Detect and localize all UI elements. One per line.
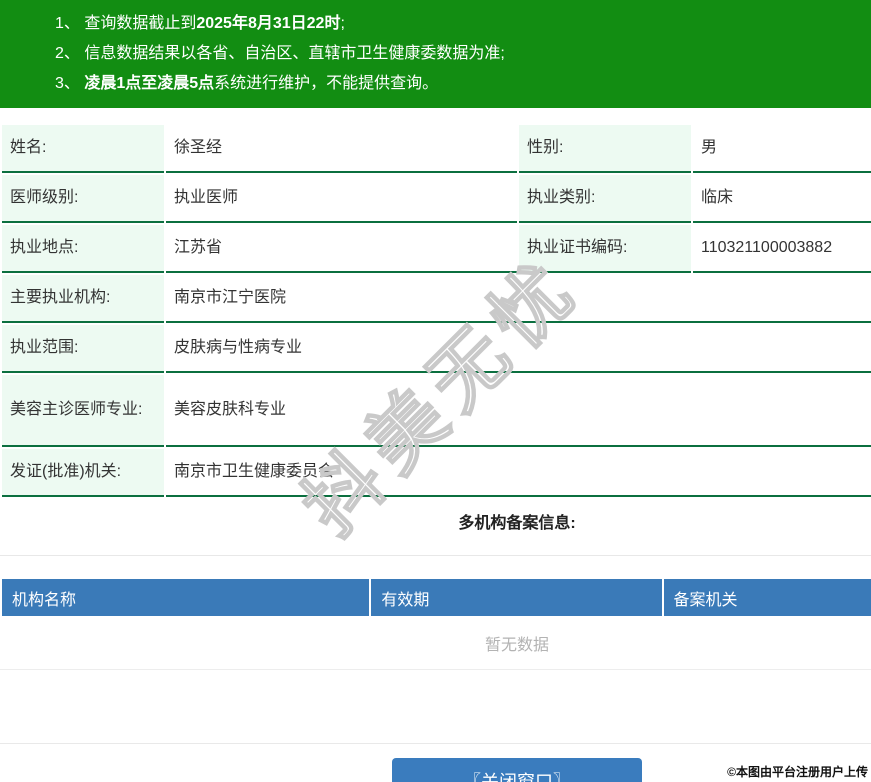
table-row: 执业范围: 皮肤病与性病专业 bbox=[2, 325, 871, 373]
field-value-doctor-level: 执业医师 bbox=[166, 175, 517, 223]
notice-1-text: 1、 查询数据截止到 bbox=[55, 15, 197, 32]
notice-line-1: 1、 查询数据截止到2025年8月31日22时; bbox=[55, 9, 871, 39]
column-header-validity-period: 有效期 bbox=[371, 579, 662, 616]
field-label-name: 姓名: bbox=[2, 125, 164, 173]
table-row: 医师级别: 执业医师 执业类别: 临床 bbox=[2, 175, 871, 223]
multi-org-section-title: 多机构备案信息: bbox=[458, 515, 576, 532]
field-label-practice-scope: 执业范围: bbox=[2, 325, 164, 373]
notice-3-bold: 凌晨1点至凌晨5点 bbox=[84, 75, 215, 92]
close-window-button[interactable]: 〖关闭窗口〗 bbox=[392, 758, 642, 782]
field-label-gender: 性别: bbox=[519, 125, 691, 173]
notice-2-text: 2、 信息数据结果以各省、自治区、直辖市卫生健康委数据为准; bbox=[55, 45, 505, 62]
upload-credit-text: ©本图由平台注册用户上传 bbox=[727, 765, 868, 779]
table-row: 姓名: 徐圣经 性别: 男 bbox=[2, 125, 871, 173]
field-value-name: 徐圣经 bbox=[166, 125, 517, 173]
notice-3-text: 3、 bbox=[55, 75, 85, 92]
notice-1-suffix: ; bbox=[340, 15, 345, 32]
field-label-main-institution: 主要执业机构: bbox=[2, 275, 164, 323]
empty-data-message: 暂无数据 bbox=[0, 618, 871, 670]
notice-1-bold: 2025年8月31日22时 bbox=[196, 15, 341, 32]
field-label-certificate-number: 执业证书编码: bbox=[519, 225, 691, 273]
query-result-page: 1、 查询数据截止到2025年8月31日22时; 2、 信息数据结果以各省、自治… bbox=[0, 0, 871, 782]
table-row: 执业地点: 江苏省 执业证书编码: 110321100003882 bbox=[2, 225, 871, 273]
multi-org-header-row: 机构名称 有效期 备案机关 bbox=[2, 579, 871, 616]
field-value-gender: 男 bbox=[693, 125, 871, 173]
field-label-cosmetic-specialty: 美容主诊医师专业: bbox=[2, 375, 164, 447]
column-header-filing-authority: 备案机关 bbox=[663, 579, 871, 616]
field-label-practice-category: 执业类别: bbox=[519, 175, 691, 223]
column-header-institution-name: 机构名称 bbox=[2, 579, 370, 616]
field-value-practice-scope: 皮肤病与性病专业 bbox=[166, 325, 871, 373]
field-value-certificate-number: 110321100003882 bbox=[693, 225, 871, 273]
table-row: 美容主诊医师专业: 美容皮肤科专业 bbox=[2, 375, 871, 447]
notice-3-suffix: 系统进行维护，不能提供查询。 bbox=[214, 75, 439, 92]
field-label-issuing-authority: 发证(批准)机关: bbox=[2, 449, 164, 497]
field-value-practice-location: 江苏省 bbox=[166, 225, 517, 273]
field-value-cosmetic-specialty: 美容皮肤科专业 bbox=[166, 375, 871, 447]
field-value-main-institution: 南京市江宁医院 bbox=[166, 275, 871, 323]
multi-org-table: 机构名称 有效期 备案机关 bbox=[0, 577, 871, 618]
notice-banner: 1、 查询数据截止到2025年8月31日22时; 2、 信息数据结果以各省、自治… bbox=[0, 0, 871, 108]
field-value-practice-category: 临床 bbox=[693, 175, 871, 223]
field-label-practice-location: 执业地点: bbox=[2, 225, 164, 273]
notice-line-3: 3、 凌晨1点至凌晨5点系统进行维护，不能提供查询。 bbox=[55, 69, 871, 99]
table-row: 主要执业机构: 南京市江宁医院 bbox=[2, 275, 871, 323]
doctor-info-table: 姓名: 徐圣经 性别: 男 医师级别: 执业医师 执业类别: 临床 执业地点: … bbox=[0, 123, 871, 499]
table-row: 发证(批准)机关: 南京市卫生健康委员会 bbox=[2, 449, 871, 497]
notice-line-2: 2、 信息数据结果以各省、自治区、直辖市卫生健康委数据为准; bbox=[55, 39, 871, 69]
field-value-issuing-authority: 南京市卫生健康委员会 bbox=[166, 449, 871, 497]
field-label-doctor-level: 医师级别: bbox=[2, 175, 164, 223]
divider bbox=[0, 555, 871, 556]
